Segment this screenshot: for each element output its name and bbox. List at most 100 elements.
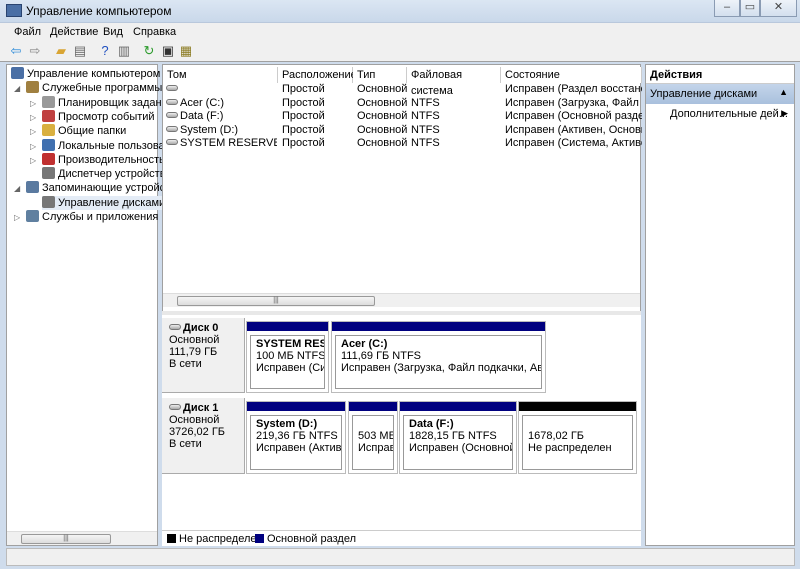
partition-color-bar (247, 402, 345, 411)
expander-icon[interactable]: ▷ (30, 113, 36, 122)
column-header[interactable]: Расположение (278, 67, 357, 83)
column-header[interactable]: Том (163, 67, 278, 83)
collapse-icon[interactable]: ▲ (779, 87, 788, 97)
expander-icon[interactable]: ▷ (30, 127, 36, 136)
cell-text: Исправен (Загрузка, Файл подк (505, 96, 642, 109)
expander-icon[interactable]: ◢ (14, 184, 20, 193)
volume-cell[interactable]: Исправен (Система, Активен, С (505, 136, 642, 150)
volume-cell[interactable]: Простой (282, 96, 353, 110)
tree-item[interactable]: Запоминающие устройст (26, 181, 170, 195)
expander-icon[interactable]: ▷ (30, 156, 36, 165)
menu-1[interactable]: Действие (50, 26, 98, 38)
scrollbar-thumb[interactable]: ||| (177, 296, 375, 306)
cell-text: Основной (357, 110, 407, 123)
cell-text: Исправен (Активен, Основной (505, 123, 642, 136)
forward-arrow-icon[interactable]: ⇨ (27, 43, 43, 59)
expander-icon[interactable]: ▷ (30, 142, 36, 151)
volume-cell[interactable]: Основной (357, 96, 407, 110)
menu-3[interactable]: Справка (133, 26, 176, 38)
volume-cell[interactable]: Исправен (Активен, Основной (505, 123, 642, 137)
partition[interactable]: 503 МБИсправе (348, 401, 398, 474)
volume-name[interactable]: SYSTEM RESERVED (E:) (166, 136, 277, 150)
expander-icon[interactable]: ▷ (14, 213, 20, 222)
volume-name[interactable]: Data (F:) (166, 109, 277, 123)
disk-status: В сети (169, 438, 202, 450)
drive-icon (166, 112, 178, 119)
more-actions-item[interactable]: Дополнительные дей... ▶ (646, 104, 794, 120)
menu-2[interactable]: Вид (103, 26, 123, 38)
toolbar: ⇦ ⇨ ▰ ▤? ▥ ↻ ▣ ▦ (0, 40, 800, 62)
volume-cell[interactable]: NTFS (411, 96, 501, 110)
column-header[interactable]: Состояние (501, 67, 642, 83)
cell-text: NTFS (411, 110, 440, 123)
tree-item[interactable]: Производительность (42, 152, 165, 167)
minimize-button[interactable]: – (714, 0, 740, 17)
scrollbar-thumb[interactable]: ||| (21, 534, 111, 544)
volume-cell[interactable]: Простой (282, 123, 353, 137)
show-hide-tree-icon[interactable]: ▤ (72, 43, 88, 59)
tree-horizontal-scrollbar[interactable]: ||| (7, 531, 157, 545)
volume-cell[interactable]: Исправен (Загрузка, Файл подк (505, 96, 642, 110)
up-folder-icon[interactable]: ▰ (53, 43, 69, 59)
volume-cell[interactable]: Основной (357, 123, 407, 137)
properties-icon[interactable]: ▣ (160, 43, 176, 59)
partition[interactable]: Data (F:) 1828,15 ГБ NTFS Исправен (Основн… (399, 401, 517, 474)
volume-cell[interactable]: Основной (357, 136, 407, 150)
help-icon[interactable]: ? (97, 43, 113, 59)
tree-item[interactable]: Управление компьютером (л (11, 67, 174, 81)
actions-section-disk-management[interactable]: Управление дисками ▲ (646, 84, 794, 104)
column-header[interactable]: Файловая система (407, 67, 501, 97)
volume-cell[interactable] (411, 82, 501, 96)
tree-item[interactable]: Просмотр событий (42, 109, 155, 124)
show-hide-action-pane-icon[interactable]: ▥ (116, 43, 132, 59)
partition[interactable]: System (D:) 219,36 ГБ NTFS Исправен (Актив… (246, 401, 346, 474)
volume-cell[interactable]: Простой (282, 109, 353, 123)
partition-status: Не распределен (528, 442, 612, 454)
actions-pane: Действия Управление дисками ▲ Дополнител… (645, 64, 795, 546)
cell-text: SYSTEM RESERVED (E:) (180, 137, 277, 150)
tree-item[interactable]: Диспетчер устройств (42, 167, 166, 181)
volume-name[interactable]: Acer (C:) (166, 96, 277, 110)
drive-icon (166, 139, 178, 146)
partition-color-bar (400, 402, 516, 411)
partition[interactable]: SYSTEM RESERV100 МБ NTFSИсправен (Систе (246, 321, 329, 393)
volume-cell[interactable]: Исправен (Основной раздел) (505, 109, 642, 123)
expander-icon[interactable]: ◢ (14, 84, 20, 93)
legend-swatch (167, 534, 176, 543)
settings-icon[interactable]: ▦ (178, 43, 194, 59)
volume-cell[interactable]: Исправен (Раздел восстановле (505, 82, 642, 96)
expander-icon[interactable]: ▷ (30, 99, 36, 108)
disk-icon (169, 324, 181, 330)
volume-cell[interactable]: NTFS (411, 136, 501, 150)
volume-cell[interactable]: Основной (357, 109, 407, 123)
volume-list-horizontal-scrollbar[interactable]: ||| (163, 293, 640, 307)
column-header[interactable]: Тип (353, 67, 407, 83)
partition[interactable]: Acer (C:) 111,69 ГБ NTFS Исправен (Загрузк… (331, 321, 546, 393)
refresh-icon[interactable]: ↻ (141, 43, 157, 59)
partition-name (358, 418, 388, 430)
disk-label[interactable]: Диск 0 Основной 111,79 ГБ В сети (162, 318, 245, 393)
maximize-button[interactable]: ▭ (740, 0, 760, 17)
disk-label[interactable]: Диск 1 Основной 3726,02 ГБ В сети (162, 398, 245, 474)
partition-status: Исправен (Основной ра (409, 442, 513, 454)
close-button[interactable]: ✕ (760, 0, 797, 17)
tree-item[interactable]: Службы и приложения (26, 210, 158, 224)
volume-name[interactable] (166, 82, 277, 96)
partition-color-bar (332, 322, 545, 331)
menu-0[interactable]: Файл (14, 26, 41, 38)
volume-cell[interactable]: Основной (357, 82, 407, 96)
tree-item[interactable]: Служебные программы (26, 81, 162, 95)
volume-name[interactable]: System (D:) (166, 123, 277, 137)
volume-cell[interactable]: Простой (282, 136, 353, 150)
tree-item[interactable]: Планировщик заданий (42, 95, 174, 110)
partition-size: 111,69 ГБ NTFS (341, 350, 422, 362)
partition[interactable]: 1678,02 ГБ Не распределен (518, 401, 637, 474)
back-arrow-icon[interactable]: ⇦ (8, 43, 24, 59)
tree-item[interactable]: Управление дисками (42, 195, 169, 210)
cell-text: Простой (282, 110, 325, 123)
tree-item[interactable]: Общие папки (42, 124, 126, 138)
volume-cell[interactable]: NTFS (411, 123, 501, 137)
volume-cell[interactable]: NTFS (411, 109, 501, 123)
tree-item[interactable]: Локальные пользовате (42, 138, 175, 153)
volume-cell[interactable]: Простой (282, 82, 353, 96)
